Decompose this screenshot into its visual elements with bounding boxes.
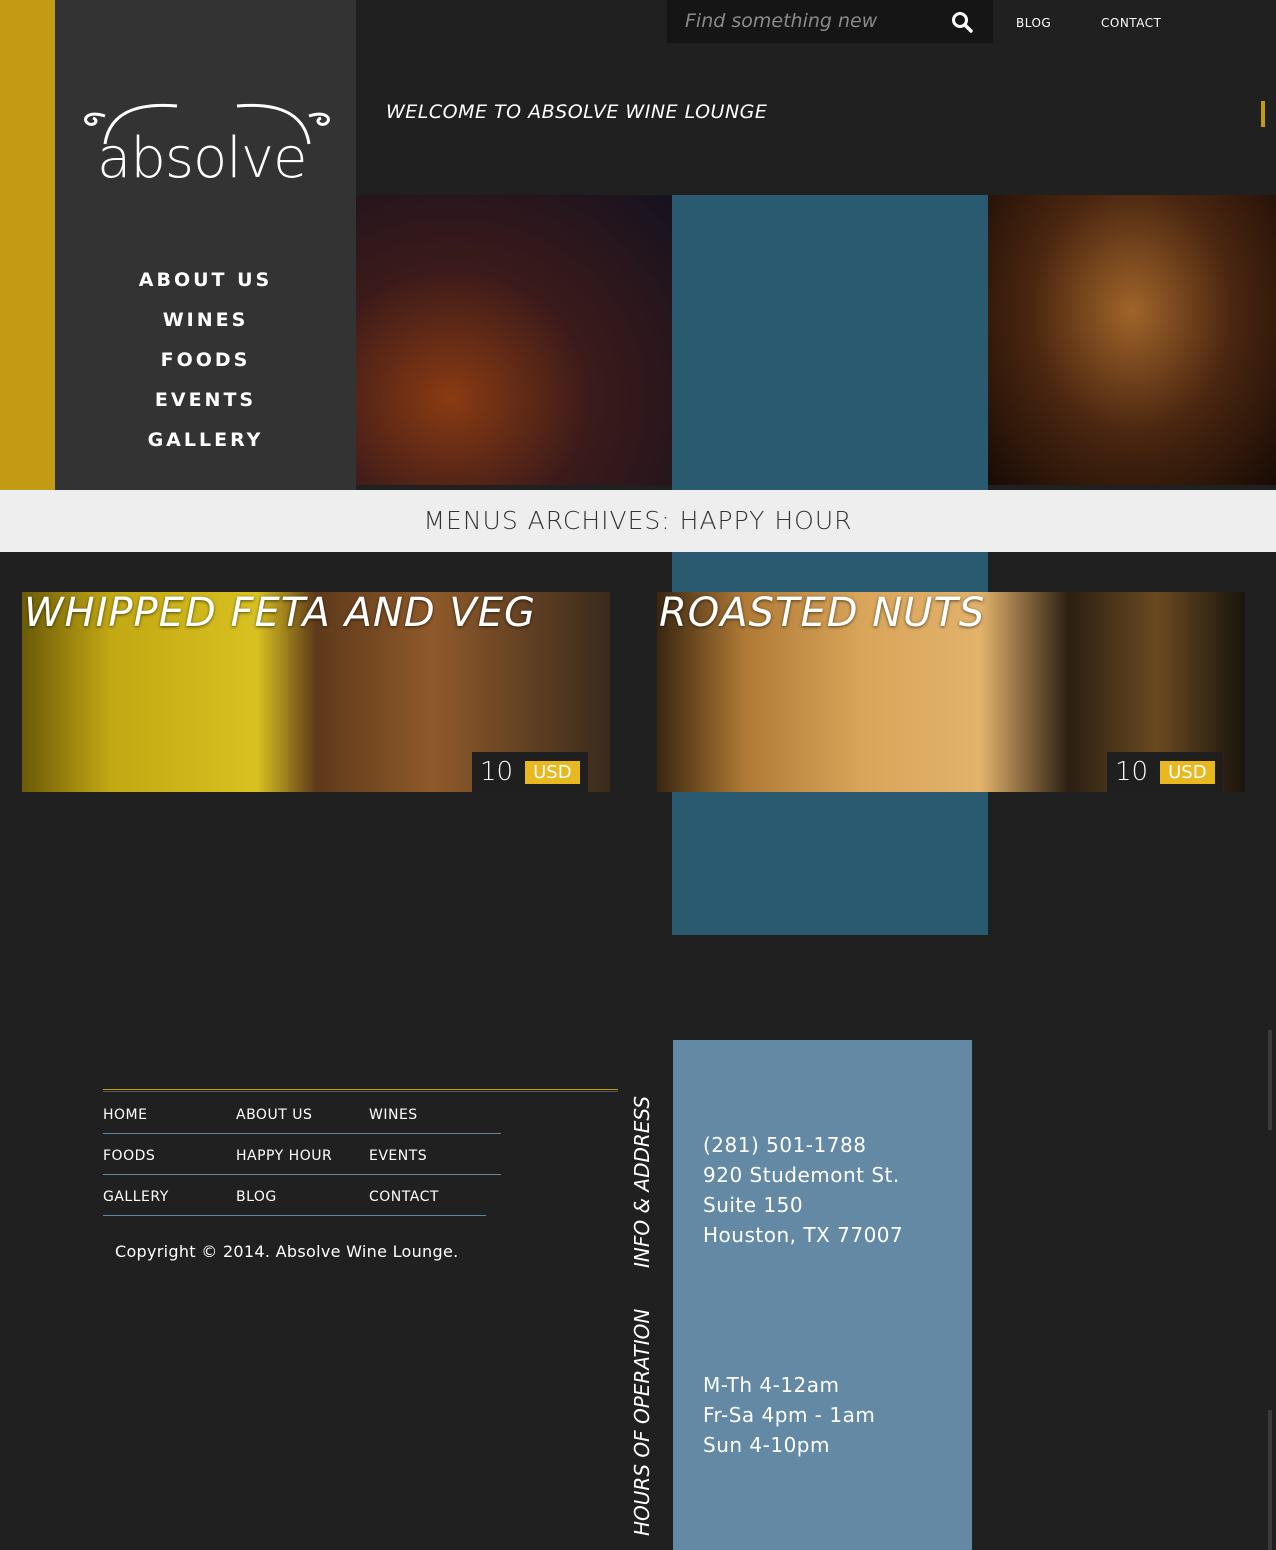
search-icon[interactable] [951,11,973,33]
archive-title-bar: MENUS ARCHIVES: HAPPY HOUR [0,490,1276,552]
price-currency: USD [1160,760,1215,784]
footer-divider [103,1091,618,1092]
info-panel: (281) 501-1788 920 Studemont St. Suite 1… [673,1040,972,1550]
slider-marker[interactable] [1261,101,1265,127]
hours-line: M-Th 4-12am [703,1373,840,1397]
footer-link-about-us[interactable]: ABOUT US [236,1107,312,1123]
footer-link-wines[interactable]: WINES [369,1107,418,1123]
hours-line: Sun 4-10pm [703,1433,830,1457]
gold-accent-strip [0,0,55,490]
hero-image-lounge [356,195,672,485]
top-nav-contact[interactable]: CONTACT [1101,16,1161,30]
logo[interactable]: absolve [77,96,337,206]
nav-gallery[interactable]: GALLERY [55,424,356,464]
welcome-heading: WELCOME TO ABSOLVE WINE LOUNGE [386,101,768,123]
price-tag: 10 USD [472,752,588,792]
hours-line: Fr-Sa 4pm - 1am [703,1403,876,1427]
page-title: MENUS ARCHIVES: HAPPY HOUR [423,506,853,535]
hours-block: M-Th 4-12am Fr-Sa 4pm - 1am Sun 4-10pm [703,1370,875,1460]
footer-link-contact[interactable]: CONTACT [369,1189,439,1205]
nav-events[interactable]: EVENTS [55,384,356,424]
address-line: Houston, TX 77007 [703,1223,904,1247]
footer-link-events[interactable]: EVENTS [369,1148,427,1164]
price-tag: 10 USD [1107,752,1223,792]
footer-link-home[interactable]: HOME [103,1107,147,1123]
address-block: (281) 501-1788 920 Studemont St. Suite 1… [703,1130,903,1250]
top-nav-blog[interactable]: BLOG [1016,16,1051,30]
footer-row: FOODS HAPPY HOUR EVENTS [103,1134,501,1175]
footer-divider [103,1089,618,1090]
search-input[interactable] [685,6,935,36]
sidebar: absolve ABOUT US WINES FOODS EVENTS GALL… [55,0,356,490]
nav-about-us[interactable]: ABOUT US [55,264,356,304]
price-currency: USD [525,760,580,784]
footer-link-blog[interactable]: BLOG [236,1189,277,1205]
footer-row: HOME ABOUT US WINES [103,1093,501,1134]
copyright: Copyright © 2014. Absolve Wine Lounge. [115,1242,459,1261]
menu-card[interactable]: WHIPPED FETA AND VEG 10 USD [22,592,610,792]
search-bar [667,0,993,43]
menu-card-title: ROASTED NUTS [659,592,986,636]
hero-image-bar [988,195,1276,485]
menu-card-title: WHIPPED FETA AND VEG [24,592,537,636]
logo-text: absolve [97,126,307,191]
main-nav: ABOUT US WINES FOODS EVENTS GALLERY [55,264,356,464]
hours-heading: HOURS OF OPERATION [630,1308,654,1536]
info-heading: INFO & ADDRESS [630,1095,654,1268]
nav-wines[interactable]: WINES [55,304,356,344]
address-line: Suite 150 [703,1193,804,1217]
price-value: 10 [1115,757,1149,787]
menu-card[interactable]: ROASTED NUTS 10 USD [657,592,1245,792]
footer-row: GALLERY BLOG CONTACT [103,1175,486,1216]
address-line: 920 Studemont St. [703,1163,900,1187]
nav-foods[interactable]: FOODS [55,344,356,384]
footer-nav: HOME ABOUT US WINES FOODS HAPPY HOUR EVE… [103,1093,501,1216]
phone-number[interactable]: (281) 501-1788 [703,1130,903,1160]
footer-link-gallery[interactable]: GALLERY [103,1189,169,1205]
price-value: 10 [480,757,514,787]
footer-link-foods[interactable]: FOODS [103,1148,155,1164]
hero-panel-teal [672,195,988,490]
footer-link-happy-hour[interactable]: HAPPY HOUR [236,1148,332,1164]
scrollbar[interactable] [1268,1030,1272,1130]
scrollbar[interactable] [1268,1410,1272,1550]
